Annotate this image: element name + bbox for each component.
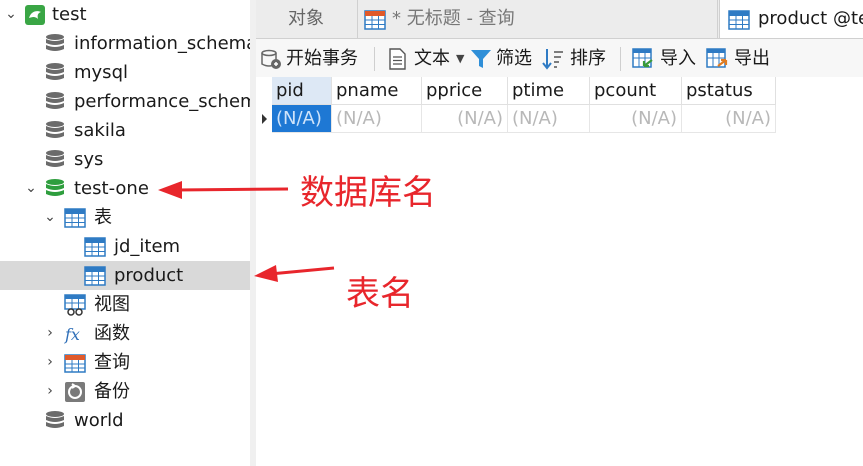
arrow-to-database <box>158 181 289 199</box>
arrow-to-table <box>254 265 335 282</box>
annotation-arrows <box>158 181 335 282</box>
annotation-table-name: 表名 <box>346 274 414 314</box>
annotation-database-name: 数据库名 <box>300 173 436 213</box>
